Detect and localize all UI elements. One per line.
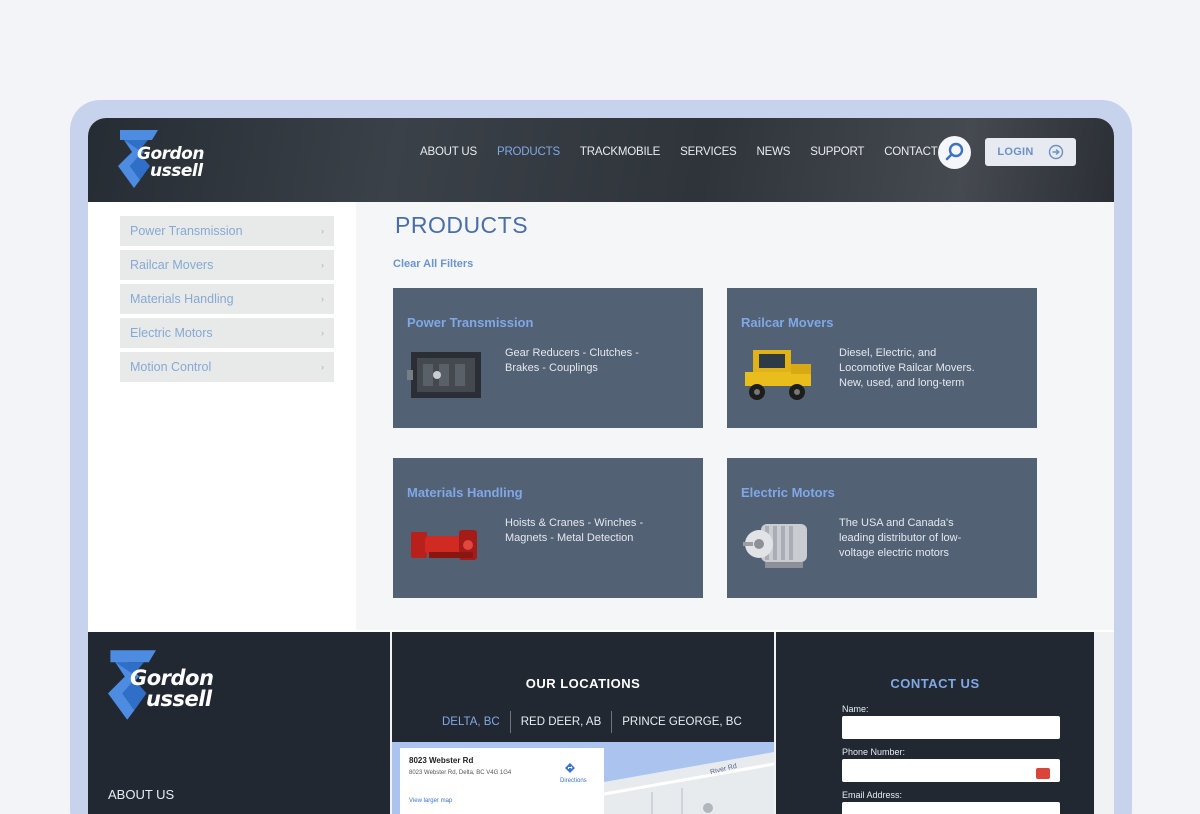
search-icon xyxy=(945,142,964,161)
electric-motor-image xyxy=(743,524,807,568)
gearbox-image xyxy=(407,352,481,398)
map-directions-link[interactable]: Directions xyxy=(560,778,587,784)
nav-products[interactable]: PRODUCTS xyxy=(497,144,560,160)
nav-support[interactable]: SUPPORT xyxy=(810,144,864,160)
phone-label: Phone Number: xyxy=(842,747,906,757)
product-card-power-transmission[interactable]: Power Transmission Gear Reducers - Clutc… xyxy=(393,288,703,428)
card-title: Power Transmission xyxy=(407,315,534,330)
card-title: Materials Handling xyxy=(407,485,523,500)
page-title: PRODUCTS xyxy=(395,212,529,238)
contact-title: CONTACT US xyxy=(890,676,980,691)
category-sidebar: Power Transmission › Railcar Movers › Ma… xyxy=(88,202,356,630)
location-tab-prince-george[interactable]: PRINCE GEORGE, BC xyxy=(612,711,752,733)
nav-services[interactable]: SERVICES xyxy=(680,144,737,160)
chevron-right-icon: › xyxy=(321,362,324,372)
sidebar-item-label: Motion Control xyxy=(130,360,212,374)
card-title: Railcar Movers xyxy=(741,315,834,330)
name-input[interactable] xyxy=(842,716,1060,739)
footer-contact-column: CONTACT US Name: Phone Number: Email Add… xyxy=(776,632,1094,814)
product-card-electric-motors[interactable]: Electric Motors The USA and Canada's lea… xyxy=(727,458,1037,598)
map-larger-link[interactable]: View larger map xyxy=(409,798,452,804)
login-arrow-icon xyxy=(1048,144,1063,160)
card-description: Hoists & Cranes - Winches - Magnets - Me… xyxy=(505,517,644,544)
email-input[interactable] xyxy=(842,802,1060,814)
autofill-badge-icon[interactable] xyxy=(1036,768,1050,779)
location-map[interactable]: River Rd 8023 Webster Rd 8023 Webster Rd… xyxy=(392,742,774,814)
map-address-title: 8023 Webster Rd xyxy=(409,756,474,765)
chevron-right-icon: › xyxy=(321,260,324,270)
sidebar-item-label: Power Transmission xyxy=(130,224,243,238)
location-tabs: DELTA, BC RED DEER, AB PRINCE GEORGE, BC xyxy=(432,711,752,733)
card-description: Gear Reducers - Clutches - Brakes - Coup… xyxy=(505,347,639,374)
browser-viewport: Gordon ussell ABOUT US PRODUCTS TRACKMOB… xyxy=(88,118,1114,814)
sidebar-item-power-transmission[interactable]: Power Transmission › xyxy=(120,216,334,246)
name-label: Name: xyxy=(842,704,869,714)
sidebar-item-label: Railcar Movers xyxy=(130,258,214,272)
products-main: PRODUCTS Clear All Filters Power Transmi… xyxy=(356,202,1114,630)
locations-title: OUR LOCATIONS xyxy=(525,676,641,691)
nav-news[interactable]: NEWS xyxy=(757,144,791,160)
email-label: Email Address: xyxy=(842,790,903,800)
site-header: Gordon ussell ABOUT US PRODUCTS TRACKMOB… xyxy=(88,118,1114,202)
sidebar-item-railcar-movers[interactable]: Railcar Movers › xyxy=(120,250,334,280)
railcar-mover-image xyxy=(745,350,811,400)
directions-icon[interactable] xyxy=(564,762,576,774)
sidebar-item-electric-motors[interactable]: Electric Motors › xyxy=(120,318,334,348)
sidebar-item-label: Electric Motors xyxy=(130,326,213,340)
chevron-right-icon: › xyxy=(321,328,324,338)
site-footer: Gordon ussell ABOUT US OUR LOCATIONS DEL… xyxy=(88,632,1114,814)
card-description: The USA and Canada's leading distributor… xyxy=(839,517,962,559)
footer-about-link[interactable]: ABOUT US xyxy=(108,787,174,802)
footer-logo[interactable]: Gordon ussell xyxy=(108,648,228,722)
location-tab-red-deer[interactable]: RED DEER, AB xyxy=(511,711,612,733)
card-description: Diesel, Electric, and Locomotive Railcar… xyxy=(839,347,975,389)
product-card-materials-handling[interactable]: Materials Handling Hoists & Cranes - Win… xyxy=(393,458,703,598)
sidebar-item-label: Materials Handling xyxy=(130,292,234,306)
login-button[interactable]: LOGIN xyxy=(985,138,1076,166)
footer-brand-column: Gordon ussell ABOUT US xyxy=(88,632,390,814)
map-info-card: 8023 Webster Rd 8023 Webster Rd, Delta, … xyxy=(400,748,604,814)
card-title: Electric Motors xyxy=(741,485,835,500)
sidebar-item-motion-control[interactable]: Motion Control › xyxy=(120,352,334,382)
site-logo[interactable]: Gordon ussell xyxy=(118,130,218,188)
footer-locations-column: OUR LOCATIONS DELTA, BC RED DEER, AB PRI… xyxy=(392,632,774,814)
logo-text-bottom: ussell xyxy=(150,161,203,181)
logo-text-bottom: ussell xyxy=(146,687,212,711)
nav-about-us[interactable]: ABOUT US xyxy=(420,144,477,160)
phone-input[interactable] xyxy=(842,759,1060,782)
sidebar-item-materials-handling[interactable]: Materials Handling › xyxy=(120,284,334,314)
product-card-railcar-movers[interactable]: Railcar Movers Diesel, Electric, and Loc… xyxy=(727,288,1037,428)
chevron-right-icon: › xyxy=(321,294,324,304)
map-address-line: 8023 Webster Rd, Delta, BC V4G 1G4 xyxy=(409,770,512,776)
clear-filters-link[interactable]: Clear All Filters xyxy=(393,258,473,270)
location-tab-delta[interactable]: DELTA, BC xyxy=(432,711,510,733)
main-nav: ABOUT US PRODUCTS TRACKMOBILE SERVICES N… xyxy=(420,144,976,160)
search-button[interactable] xyxy=(938,136,971,169)
nav-trackmobile[interactable]: TRACKMOBILE xyxy=(580,144,660,160)
winch-image xyxy=(411,530,477,560)
login-label: LOGIN xyxy=(997,146,1034,158)
chevron-right-icon: › xyxy=(321,226,324,236)
